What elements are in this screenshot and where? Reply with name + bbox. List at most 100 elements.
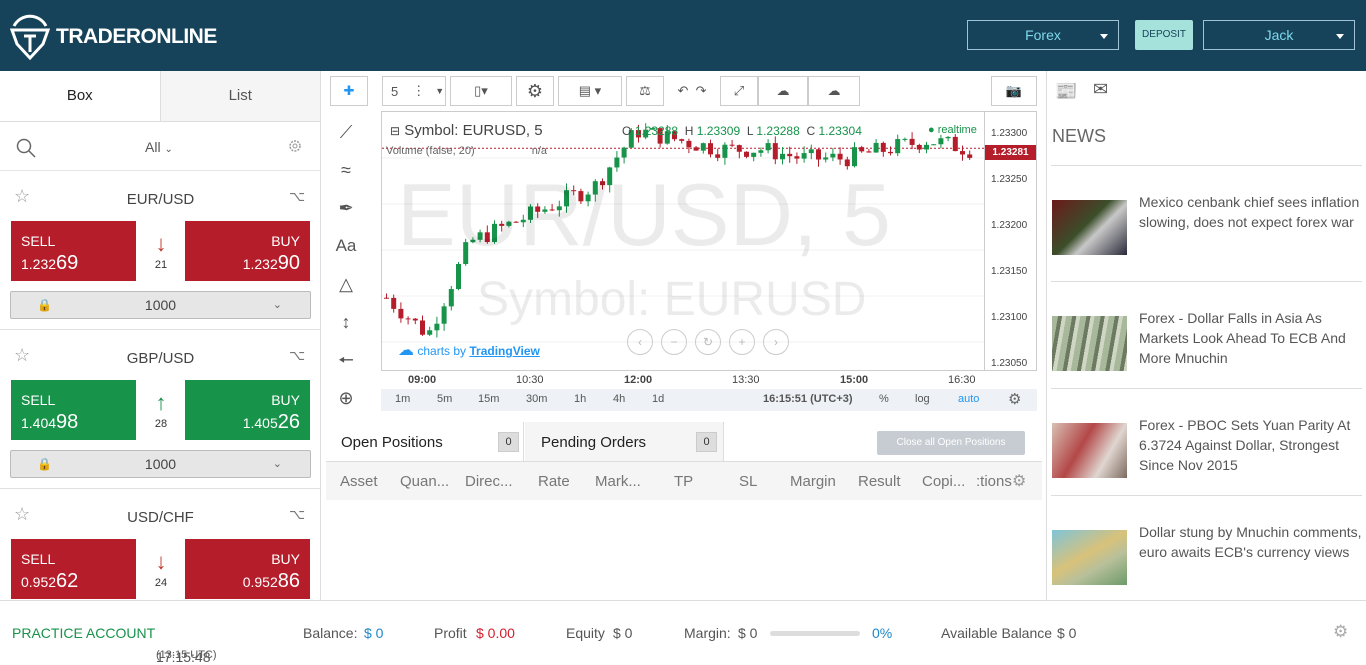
gear-icon[interactable]: ⚙ [1008,390,1021,408]
market-select[interactable]: Forex [967,20,1119,50]
scroll-right-icon[interactable]: › [763,329,789,355]
category-filter[interactable]: All ⌄ [145,139,173,155]
indicators-button[interactable]: ▤ ▾ [558,76,622,106]
timeframe-1m[interactable]: 1m [395,393,410,405]
buy-button[interactable]: BUY 1.40526 [185,380,310,440]
sell-button[interactable]: SELL 0.95262 [11,539,136,599]
column-header[interactable]: Direc... [465,473,513,490]
column-header[interactable]: Asset [340,473,378,490]
equalizer-icon[interactable]: ⌥ [289,188,305,205]
settings-button[interactable]: ⚙ [516,76,554,106]
reset-icon[interactable]: ↻ [695,329,721,355]
timeframe-30m[interactable]: 30m [526,393,547,405]
news-item[interactable]: Forex - Dollar Falls in Asia As Markets … [1051,281,1362,388]
gear-icon[interactable] [287,138,303,154]
scroll-left-icon[interactable]: ‹ [627,329,653,355]
deposit-button[interactable]: DEPOSIT [1135,20,1193,50]
fullscreen-button[interactable]: ⤢ [720,76,758,106]
gear-icon[interactable]: ⚙ [1333,622,1348,642]
brush-tool-icon[interactable]: ✒ [326,189,366,227]
news-item[interactable]: Dollar stung by Mnuchin comments, euro a… [1051,495,1362,601]
crosshair-button[interactable]: ✚ [330,76,368,106]
candle [384,297,389,299]
price-axis[interactable]: 1.23300 1.23250 1.23200 1.23150 1.23100 … [985,111,1037,371]
percent-toggle[interactable]: % [879,393,889,405]
news-headline: Dollar stung by Mnuchin comments, euro a… [1139,524,1362,560]
timeframe-1h[interactable]: 1h [574,393,586,405]
news-item[interactable]: Mexico cenbank chief sees inflation slow… [1051,165,1362,272]
column-header[interactable]: Quan... [400,473,449,490]
arrow-down-icon: ↓ [155,549,167,574]
timeframe-5m[interactable]: 5m [437,393,452,405]
logo[interactable]: TRADERONLINE [10,14,217,60]
tab-pending-orders[interactable]: Pending Orders [525,422,724,461]
pattern-tool-icon[interactable]: △ [326,265,366,303]
column-header[interactable]: SL [739,473,757,490]
time-axis[interactable]: 09:00 10:30 12:00 13:30 15:00 16:30 [381,371,985,389]
candle [751,152,757,157]
equalizer-icon[interactable]: ⌥ [289,506,305,523]
timeframe-4h[interactable]: 4h [613,393,625,405]
sell-price-prefix: 0.952 [21,574,57,590]
quantity-select[interactable]: 🔒 1000 ⌄ [10,291,311,319]
sell-button[interactable]: SELL 1.23269 [11,221,136,281]
measure-tool-icon[interactable]: ↕ [326,303,366,341]
save-button[interactable]: ☁ [808,76,860,106]
screenshot-button[interactable]: 📷 [991,76,1037,106]
fib-tool-icon[interactable]: ≈ [326,151,366,189]
compare-button[interactable]: ⚖ [626,76,664,106]
y-tick: 1.23150 [991,266,1028,277]
buy-button[interactable]: BUY 1.23290 [185,221,310,281]
tradingview-attribution[interactable]: ☁ charts by TradingView [398,340,540,360]
candle-style-button[interactable]: ▯▾ [450,76,512,106]
arrow-left-icon[interactable]: 🠔 [326,341,366,379]
line-tool-icon[interactable]: ⟋ [326,113,366,151]
column-header[interactable]: Result [858,473,901,490]
equalizer-icon[interactable]: ⌥ [289,347,305,364]
zoom-in-icon[interactable]: + [729,329,755,355]
redo-icon[interactable]: ↷ [696,83,707,99]
chevron-down-icon [1336,34,1344,39]
column-header[interactable]: Mark... [595,473,641,490]
news-item[interactable]: Forex - PBOC Sets Yuan Parity At 6.3724 … [1051,388,1362,495]
user-select[interactable]: Jack [1203,20,1355,50]
sell-button[interactable]: SELL 1.40498 [11,380,136,440]
current-price-label: 1.23281 [985,145,1036,160]
search-icon[interactable] [16,138,36,158]
undo-redo[interactable]: ↶ ↷ [664,76,720,106]
mail-icon[interactable]: ✉ [1093,79,1108,100]
column-header[interactable]: Copi... [922,473,965,490]
candle [441,306,447,324]
gear-icon[interactable]: ⚙ [1012,471,1026,491]
more-icon: ⋮ [412,83,426,98]
zoom-out-icon[interactable]: − [661,329,687,355]
attribution-link[interactable]: TradingView [469,344,539,358]
column-header[interactable]: TP [674,473,693,490]
column-header[interactable]: :tions [976,473,1012,490]
candle [794,156,800,159]
text-tool-icon[interactable]: Aa [326,227,366,265]
undo-icon[interactable]: ↶ [677,83,688,99]
newspaper-icon[interactable]: 📰 [1055,81,1077,102]
collapse-icon[interactable]: ⊟ [390,124,400,138]
column-header[interactable]: Rate [538,473,570,490]
price-plot[interactable]: EUR/USD, 5 Symbol: EURUSD ⊟ Symbol: EURU… [381,111,985,371]
zoom-icon[interactable]: ⊕ [326,379,366,417]
quantity-select[interactable]: 🔒 1000 ⌄ [10,450,311,478]
tab-box[interactable]: Box [0,71,161,121]
interval-select[interactable]: 5 ⋮ ▼ [382,76,446,106]
buy-price-prefix: 1.405 [242,415,278,431]
log-toggle[interactable]: log [915,393,930,405]
column-header[interactable]: Margin [790,473,836,490]
tab-list[interactable]: List [160,71,320,121]
timeframe-15m[interactable]: 15m [478,393,499,405]
positions-tabs: Open Positions 0 Pending Orders 0 Close … [326,422,1042,462]
buy-button[interactable]: BUY 0.95286 [185,539,310,599]
auto-toggle[interactable]: auto [958,393,979,405]
load-button[interactable]: ☁ [758,76,808,106]
close-all-positions-button[interactable]: Close all Open Positions [877,431,1025,455]
timeframe-1d[interactable]: 1d [652,393,664,405]
tab-open-positions[interactable]: Open Positions [326,422,524,461]
instrument-card: ☆ GBP/USD ⌥ SELL 1.40498 ↑ 28 BUY 1.4052… [0,330,320,489]
ohlc-c-label: C [806,124,816,138]
